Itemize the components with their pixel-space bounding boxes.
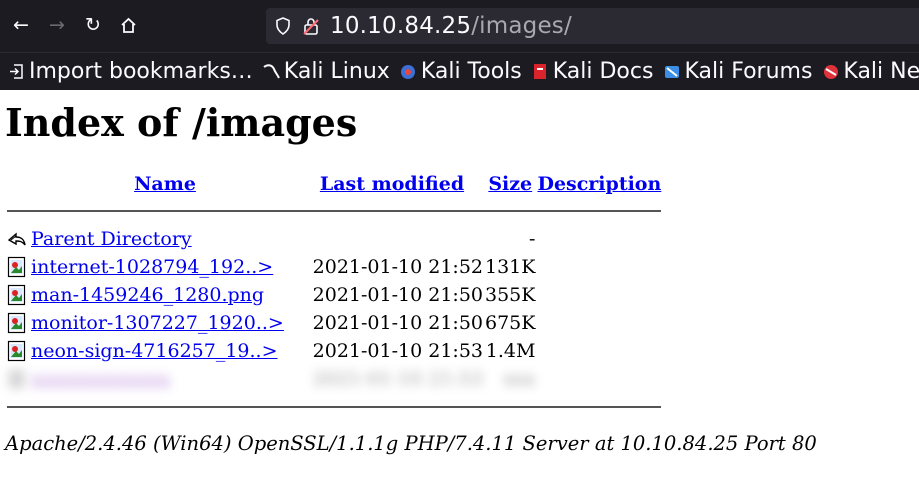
- kali-nethunter-icon: [822, 63, 839, 80]
- table-row-redacted: xxxxxxxxxxxxx 2021-01-10 21:53 xxx: [7, 366, 661, 392]
- header-description: Description: [537, 172, 661, 196]
- size-cell: 355K: [485, 284, 536, 306]
- image-file-icon: [7, 254, 29, 280]
- size-cell: 131K: [485, 256, 536, 278]
- modified-cell: 2021-01-10 21:50: [312, 312, 483, 334]
- modified-cell: 2021-01-10 21:53: [312, 340, 483, 362]
- sort-by-size-link[interactable]: Size: [488, 173, 532, 195]
- table-row-parent: Parent Directory -: [7, 226, 661, 252]
- sort-by-description-link[interactable]: Description: [537, 173, 661, 195]
- file-link[interactable]: neon-sign-4716257_19..>: [31, 340, 278, 362]
- table-row: neon-sign-4716257_19..> 2021-01-10 21:53…: [7, 338, 661, 364]
- shield-icon[interactable]: [272, 17, 294, 35]
- separator-row: [7, 394, 662, 420]
- import-icon: [8, 63, 25, 80]
- modified-cell: [301, 226, 483, 252]
- url-bar[interactable]: 10.10.84.25/images/: [266, 8, 919, 44]
- divider: [7, 406, 662, 408]
- bookmarks-toolbar: Import bookmarks… Kali Linux Kali Tools …: [0, 52, 919, 90]
- modified-cell: 2021-01-10 21:53: [312, 368, 483, 390]
- bookmark-kali-tools[interactable]: Kali Tools: [400, 59, 522, 84]
- header-modified: Last modified: [301, 172, 483, 196]
- bookmark-kali-nethunter[interactable]: Kali Ne: [822, 59, 919, 84]
- page-title: Index of /images: [5, 100, 358, 145]
- table-row: internet-1028794_192..> 2021-01-10 21:52…: [7, 254, 661, 280]
- kali-forums-icon: [663, 63, 680, 80]
- table-header-row: Name Last modified Size Description: [7, 172, 661, 196]
- size-cell: 675K: [485, 312, 536, 334]
- bookmark-label: Kali Linux: [283, 59, 390, 84]
- bookmark-label: Kali Tools: [420, 59, 522, 84]
- url-host: 10.10.84.25: [330, 13, 472, 39]
- description-cell: [537, 282, 661, 308]
- description-cell: [537, 226, 661, 252]
- forward-arrow-icon[interactable]: →: [44, 10, 70, 40]
- separator-row: [7, 198, 662, 224]
- file-link[interactable]: monitor-1307227_1920..>: [31, 312, 284, 334]
- insecure-lock-icon[interactable]: [300, 17, 322, 35]
- back-folder-icon: [7, 226, 29, 252]
- sort-by-modified-link[interactable]: Last modified: [320, 173, 464, 195]
- table-row: monitor-1307227_1920..> 2021-01-10 21:50…: [7, 310, 661, 336]
- description-cell: [537, 254, 661, 280]
- image-file-icon: [7, 282, 29, 308]
- parent-directory-link[interactable]: Parent Directory: [31, 228, 192, 250]
- back-arrow-icon[interactable]: ←: [8, 10, 34, 40]
- bookmark-import[interactable]: Import bookmarks…: [8, 59, 253, 84]
- reload-icon[interactable]: ↻: [80, 10, 106, 40]
- bookmark-label: Kali Forums: [684, 59, 813, 84]
- size-cell: -: [529, 228, 536, 250]
- divider: [7, 210, 662, 212]
- file-link[interactable]: xxxxxxxxxxxxx: [31, 368, 170, 390]
- header-size: Size: [485, 172, 535, 196]
- modified-cell: 2021-01-10 21:52: [312, 256, 483, 278]
- bookmark-label: Import bookmarks…: [29, 59, 253, 84]
- bookmark-label: Kali Docs: [552, 59, 654, 84]
- table-row: man-1459246_1280.png 2021-01-10 21:50 35…: [7, 282, 661, 308]
- page-content: Index of /images Name Last modified Size…: [0, 90, 919, 456]
- size-cell: xxx: [503, 368, 536, 390]
- kali-docs-icon: [532, 63, 549, 80]
- file-link[interactable]: man-1459246_1280.png: [31, 284, 264, 306]
- directory-listing-table: Name Last modified Size Description Pare…: [5, 170, 663, 422]
- file-link[interactable]: internet-1028794_192..>: [31, 256, 273, 278]
- sort-by-name-link[interactable]: Name: [134, 173, 196, 195]
- kali-tools-icon: [400, 63, 417, 80]
- image-file-icon: [7, 366, 29, 392]
- description-cell: [537, 366, 661, 392]
- server-signature: Apache/2.4.46 (Win64) OpenSSL/1.1.1g PHP…: [5, 432, 817, 455]
- url-path: /images/: [471, 13, 572, 39]
- image-file-icon: [7, 338, 29, 364]
- modified-cell: 2021-01-10 21:50: [312, 284, 483, 306]
- home-icon[interactable]: [115, 10, 141, 40]
- kali-dragon-icon: [263, 63, 280, 80]
- bookmark-kali-docs[interactable]: Kali Docs: [532, 59, 654, 84]
- size-cell: 1.4M: [485, 340, 536, 362]
- description-cell: [537, 338, 661, 364]
- bookmark-kali-forums[interactable]: Kali Forums: [663, 59, 812, 84]
- browser-toolbar: ← → ↻ 10.10.84.25/images/: [0, 0, 919, 52]
- header-icon-cell: [7, 172, 29, 196]
- description-cell: [537, 310, 661, 336]
- header-name: Name: [31, 172, 299, 196]
- image-file-icon: [7, 310, 29, 336]
- url-text[interactable]: 10.10.84.25/images/: [330, 13, 572, 39]
- bookmark-kali-linux[interactable]: Kali Linux: [263, 59, 390, 84]
- bookmark-label: Kali Ne: [843, 59, 919, 84]
